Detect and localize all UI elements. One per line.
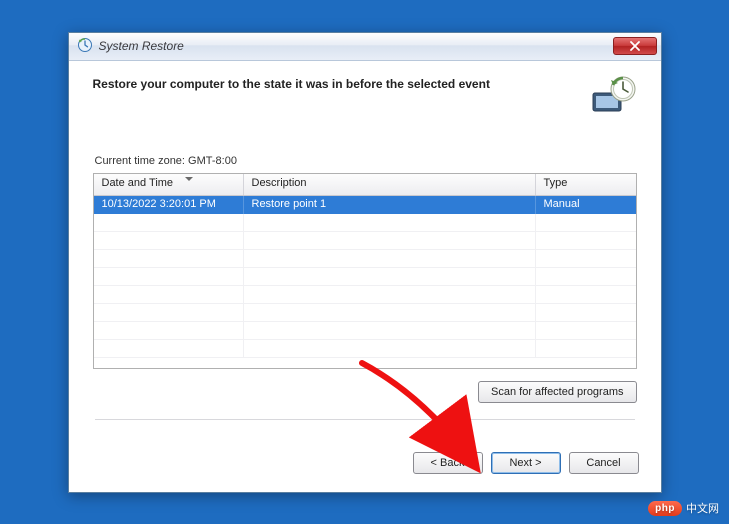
cell-description: Restore point 1	[244, 196, 536, 214]
footer-buttons: < Back Next > Cancel	[69, 438, 661, 492]
close-icon	[629, 41, 641, 51]
window-title: System Restore	[99, 39, 613, 53]
watermark-text: 中文网	[686, 500, 719, 516]
back-button[interactable]: < Back	[413, 452, 483, 474]
header-section: Restore your computer to the state it wa…	[69, 61, 661, 123]
table-row-empty	[94, 250, 636, 268]
column-header-date[interactable]: Date and Time	[94, 174, 244, 195]
restore-points-table[interactable]: Date and Time Description Type 10/13/202…	[93, 173, 637, 369]
close-button[interactable]	[613, 37, 657, 55]
table-row-empty	[94, 322, 636, 340]
titlebar[interactable]: System Restore	[69, 33, 661, 61]
watermark: php 中文网	[648, 500, 719, 516]
divider	[95, 419, 635, 420]
next-button[interactable]: Next >	[491, 452, 561, 474]
table-header-row: Date and Time Description Type	[94, 174, 636, 196]
body-section: Current time zone: GMT-8:00 Date and Tim…	[69, 123, 661, 438]
system-restore-icon	[591, 75, 637, 115]
cell-date: 10/13/2022 3:20:01 PM	[94, 196, 244, 214]
table-row-empty	[94, 232, 636, 250]
header-text: Restore your computer to the state it wa…	[93, 75, 575, 91]
cancel-button[interactable]: Cancel	[569, 452, 639, 474]
table-row-empty	[94, 214, 636, 232]
column-header-description[interactable]: Description	[244, 174, 536, 195]
timezone-label: Current time zone: GMT-8:00	[95, 155, 637, 167]
table-row-empty	[94, 268, 636, 286]
scan-affected-button[interactable]: Scan for affected programs	[478, 381, 636, 403]
sort-desc-icon	[185, 177, 193, 181]
table-row-empty	[94, 286, 636, 304]
table-row[interactable]: 10/13/2022 3:20:01 PM Restore point 1 Ma…	[94, 196, 636, 214]
cell-type: Manual	[536, 196, 636, 214]
table-row-empty	[94, 340, 636, 358]
restore-title-icon	[77, 37, 93, 56]
column-header-type[interactable]: Type	[536, 174, 636, 195]
system-restore-window: System Restore Restore your computer to …	[68, 32, 662, 493]
table-body: 10/13/2022 3:20:01 PM Restore point 1 Ma…	[94, 196, 636, 368]
table-row-empty	[94, 304, 636, 322]
watermark-badge: php	[648, 501, 682, 516]
